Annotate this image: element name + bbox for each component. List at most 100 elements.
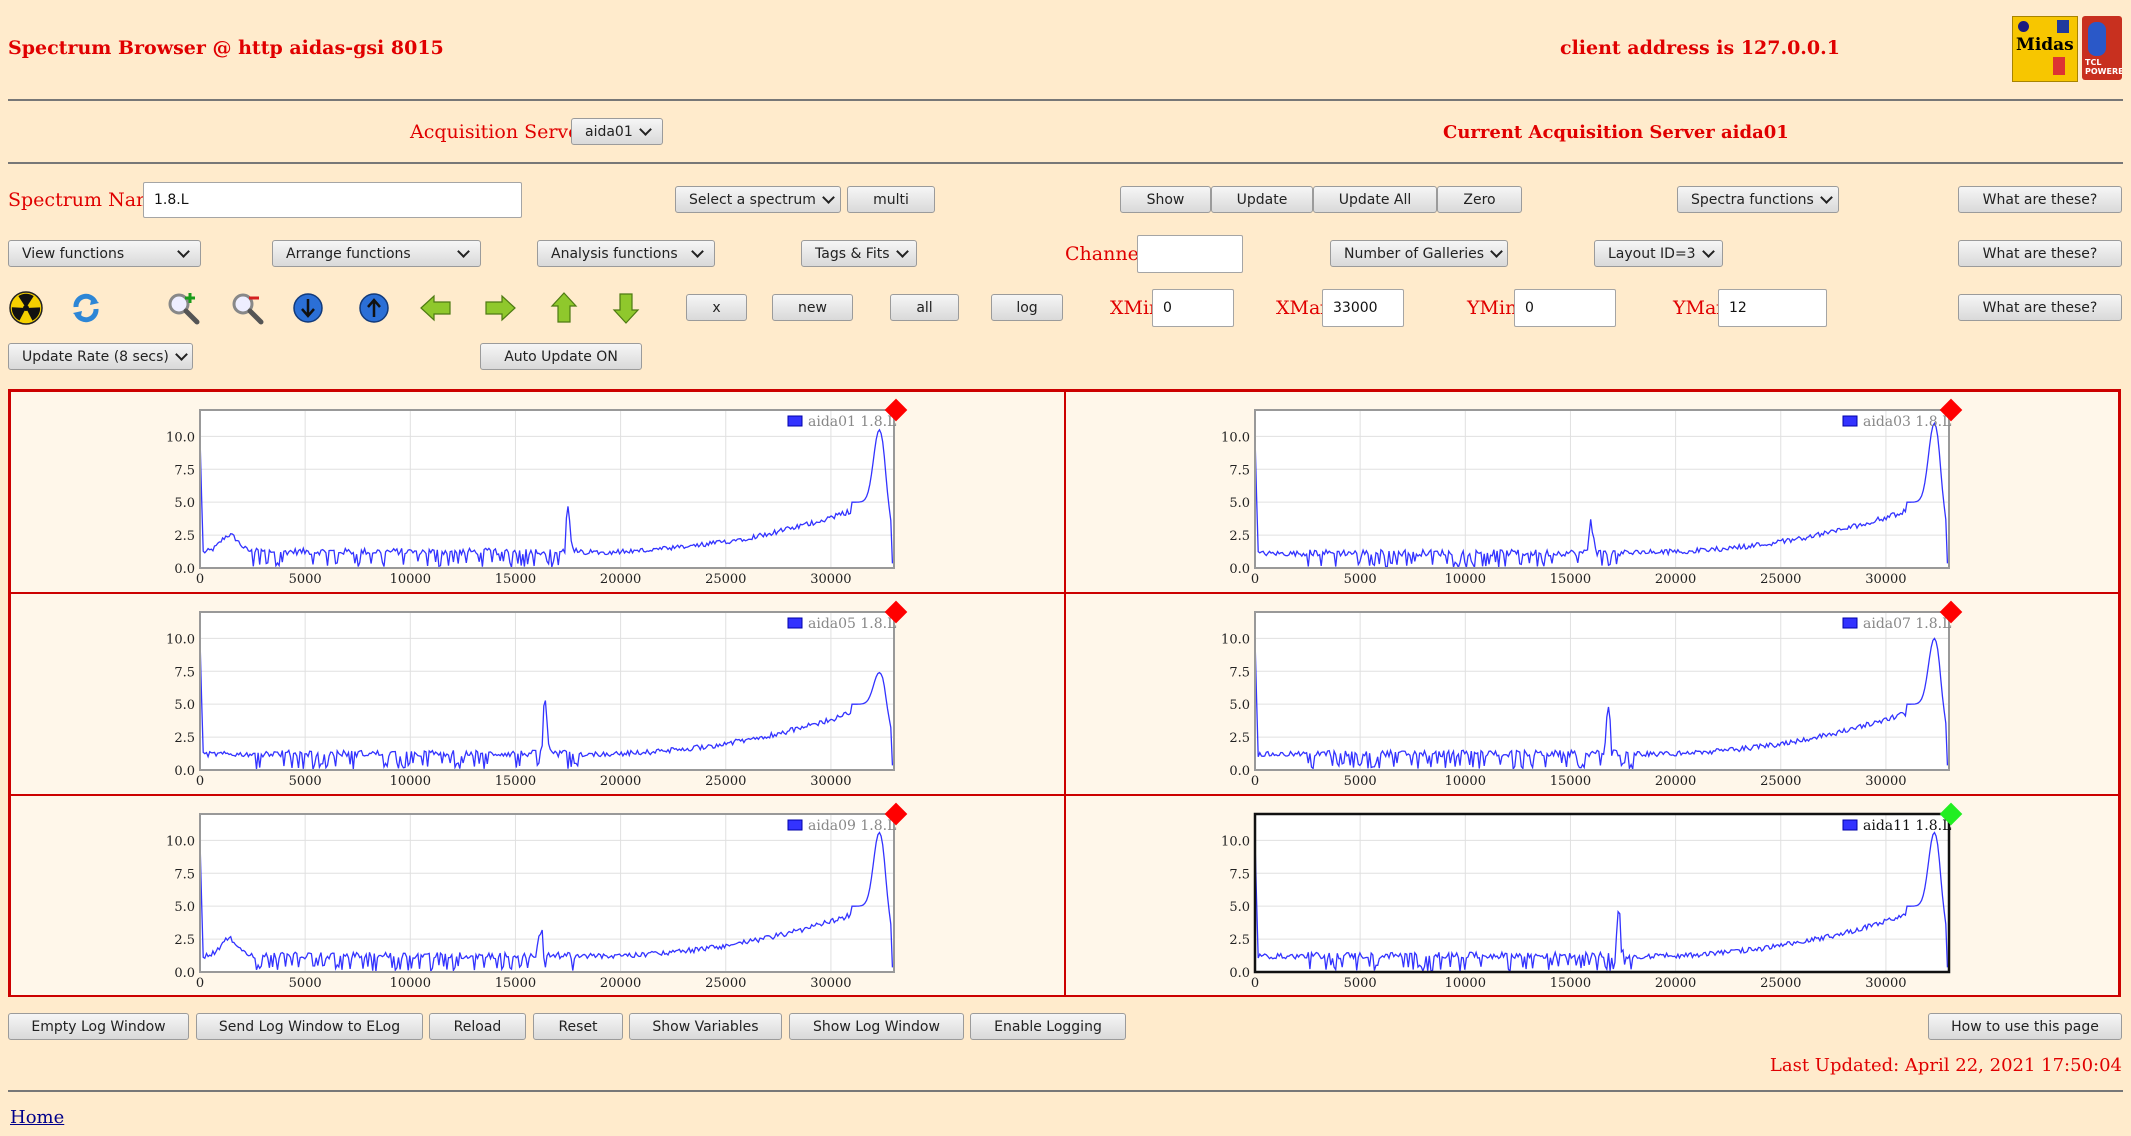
arrow-up-icon[interactable] (546, 290, 582, 326)
x-tick-label: 15000 (495, 774, 536, 789)
chevron-down-icon (1701, 244, 1715, 258)
arrow-down-icon[interactable] (608, 290, 644, 326)
plot-area (200, 410, 894, 568)
y-tick-label: 10.0 (166, 632, 195, 647)
reset-button[interactable]: Reset (533, 1013, 623, 1040)
y-tick-label: 0.0 (174, 764, 195, 779)
tags-fits-dropdown[interactable]: Tags & Fits (801, 240, 917, 267)
x-tick-label: 30000 (810, 976, 851, 991)
what-are-these-button[interactable]: What are these? (1958, 186, 2122, 213)
y-tick-label: 10.0 (1221, 632, 1250, 647)
plot-area (1254, 814, 1949, 972)
home-link[interactable]: Home (10, 1107, 64, 1128)
arrow-right-icon[interactable] (482, 290, 518, 326)
arrow-left-icon[interactable] (418, 290, 454, 326)
zoom-out-icon[interactable] (229, 290, 265, 326)
select-spectrum-dropdown[interactable]: Select a spectrum (675, 186, 841, 213)
what-are-these-button[interactable]: What are these? (1958, 240, 2122, 267)
analysis-functions-dropdown[interactable]: Analysis functions (537, 240, 715, 267)
spectrum-chart: 0 5000 10000 15000 20000 25000 30000 0.0 2.5 5.0 7… (1221, 802, 1962, 991)
y-tick-label: 2.5 (1229, 933, 1250, 948)
legend-swatch (1842, 415, 1857, 427)
x-tick-label: 0 (1250, 774, 1258, 789)
layout-id-dropdown[interactable]: Layout ID=3 (1594, 240, 1723, 267)
x-tick-label: 0 (1250, 976, 1258, 991)
divider (8, 162, 2123, 164)
spectra-functions-dropdown[interactable]: Spectra functions (1677, 186, 1839, 213)
ymin-label: YMin (1467, 297, 1518, 319)
new-button[interactable]: new (772, 294, 853, 321)
enable-logging-button[interactable]: Enable Logging (970, 1013, 1126, 1040)
number-of-galleries-dropdown[interactable]: Number of Galleries (1330, 240, 1508, 267)
x-tick-label: 10000 (1444, 774, 1485, 789)
x-tick-label: 0 (196, 774, 204, 789)
spectrum-name-input[interactable]: 1.8.L (143, 182, 522, 218)
channel-input[interactable] (1137, 235, 1243, 273)
multi-button[interactable]: multi (847, 186, 935, 213)
update-button[interactable]: Update (1211, 186, 1313, 213)
legend-swatch (1842, 819, 1857, 831)
chevron-down-icon (177, 244, 190, 258)
x-tick-label: 30000 (1865, 572, 1906, 587)
how-to-use-button[interactable]: How to use this page (1928, 1013, 2122, 1040)
y-tick-label: 5.0 (1229, 496, 1250, 511)
y-tick-label: 5.0 (174, 496, 195, 511)
arrange-functions-dropdown[interactable]: Arrange functions (272, 240, 481, 267)
xmax-input[interactable]: 33000 (1322, 289, 1404, 327)
expand-y-up-icon[interactable] (356, 290, 392, 326)
x-tick-label: 25000 (705, 572, 746, 587)
spectrum-cell[interactable]: 0 5000 10000 15000 20000 25000 30000 0.0 2.5 5.0 7… (10, 593, 1065, 795)
x-tick-label: 10000 (390, 572, 431, 587)
show-log-window-button[interactable]: Show Log Window (789, 1013, 964, 1040)
plot-area (200, 612, 894, 770)
refresh-icon[interactable] (68, 290, 104, 326)
tags-fits-label: Tags & Fits (815, 245, 890, 262)
x-tick-label: 15000 (1549, 774, 1590, 789)
expand-y-down-icon[interactable] (290, 290, 326, 326)
auto-update-button[interactable]: Auto Update ON (480, 343, 642, 370)
show-button[interactable]: Show (1120, 186, 1211, 213)
spectrum-cell[interactable]: 0 5000 10000 15000 20000 25000 30000 0.0 2.5 5.0 7… (1064, 795, 2119, 997)
y-tick-label: 10.0 (1221, 834, 1250, 849)
ymin-input[interactable]: 0 (1514, 289, 1616, 327)
x-tick-label: 10000 (1444, 976, 1485, 991)
x-button[interactable]: x (686, 294, 747, 321)
chevron-down-icon (1490, 244, 1503, 258)
legend-label: aida05 1.8.L (808, 616, 896, 632)
all-button[interactable]: all (890, 294, 959, 321)
what-are-these-button[interactable]: What are these? (1958, 294, 2122, 321)
show-variables-button[interactable]: Show Variables (629, 1013, 782, 1040)
spectrum-cell[interactable]: 0 5000 10000 15000 20000 25000 30000 0.0 2.5 5.0 7… (10, 391, 1065, 593)
radiation-icon[interactable] (8, 290, 44, 326)
x-tick-label: 10000 (1444, 572, 1485, 587)
empty-log-window-button[interactable]: Empty Log Window (8, 1013, 189, 1040)
update-rate-dropdown[interactable]: Update Rate (8 secs) (8, 343, 193, 370)
x-tick-label: 20000 (1654, 572, 1695, 587)
spectrum-cell[interactable]: 0 5000 10000 15000 20000 25000 30000 0.0 2.5 5.0 7… (1064, 391, 2119, 593)
update-all-button[interactable]: Update All (1313, 186, 1437, 213)
legend-label: aida09 1.8.L (808, 818, 896, 834)
legend-swatch (787, 819, 803, 831)
x-tick-label: 20000 (600, 774, 641, 789)
chevron-down-icon (691, 244, 704, 258)
x-tick-label: 15000 (495, 976, 536, 991)
spectrum-cell[interactable]: 0 5000 10000 15000 20000 25000 30000 0.0 2.5 5.0 7… (10, 795, 1065, 997)
spectrum-cell[interactable]: 0 5000 10000 15000 20000 25000 30000 0.0 2.5 5.0 7… (1064, 593, 2119, 795)
update-rate-label: Update Rate (8 secs) (22, 348, 169, 365)
select-spectrum-label: Select a spectrum (689, 191, 816, 208)
tcl-logo: TCL POWERED (2082, 16, 2122, 80)
x-tick-label: 5000 (1343, 572, 1376, 587)
send-log-to-elog-button[interactable]: Send Log Window to ELog (196, 1013, 423, 1040)
zero-button[interactable]: Zero (1437, 186, 1522, 213)
view-functions-dropdown[interactable]: View functions (8, 240, 201, 267)
y-tick-label: 7.5 (1229, 665, 1250, 680)
y-tick-label: 7.5 (174, 463, 195, 478)
server-select[interactable]: aida01 (571, 118, 663, 145)
log-button[interactable]: log (991, 294, 1063, 321)
ymax-input[interactable]: 12 (1718, 289, 1827, 327)
reload-button[interactable]: Reload (429, 1013, 526, 1040)
xmin-input[interactable]: 0 (1152, 289, 1234, 327)
zoom-in-icon[interactable] (165, 290, 201, 326)
y-tick-label: 10.0 (1221, 430, 1250, 445)
y-tick-label: 10.0 (166, 834, 195, 849)
